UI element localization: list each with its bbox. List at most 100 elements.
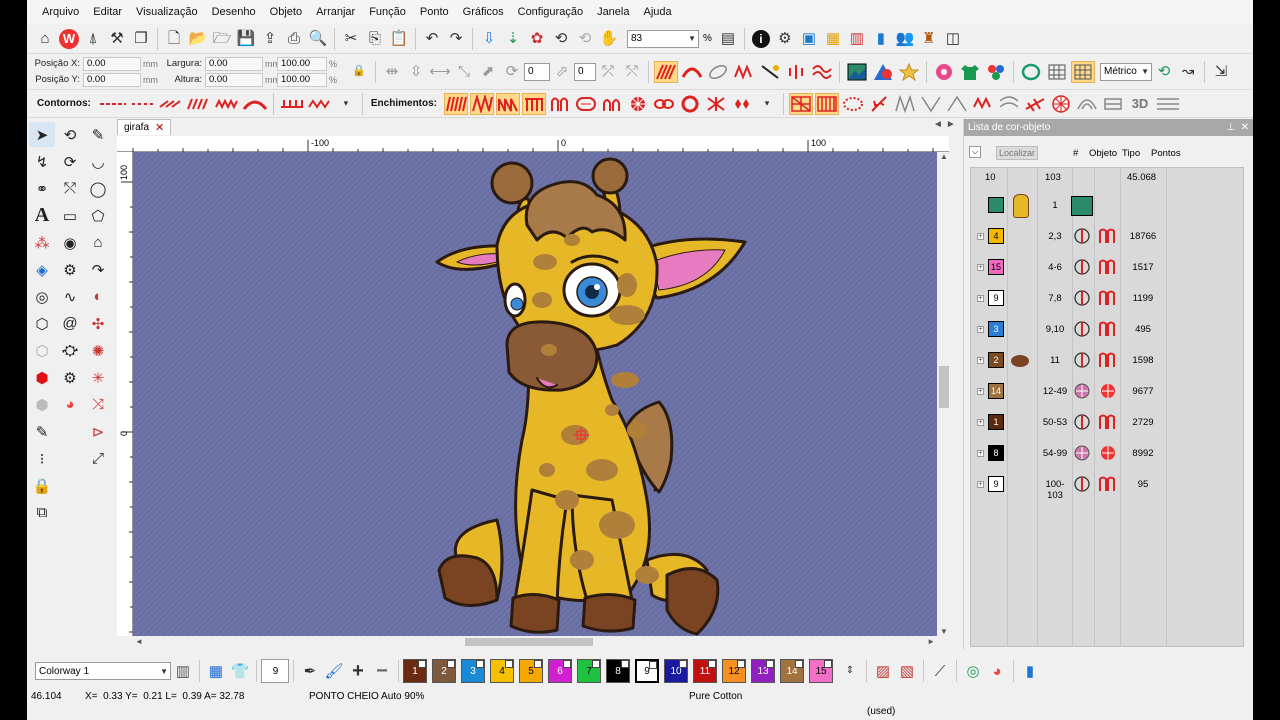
pin-icon[interactable]: ⍋ <box>82 28 104 50</box>
color-chip[interactable]: 11 <box>693 659 717 683</box>
spiral-icon[interactable]: @ <box>57 311 83 336</box>
width-field[interactable]: 0.00 <box>205 56 263 71</box>
texture-fill-icon[interactable] <box>789 92 814 115</box>
scroll-up-icon[interactable]: ▲ <box>940 152 948 161</box>
home-icon[interactable]: ⌂ <box>34 28 56 50</box>
horizontal-scroll-thumb[interactable] <box>465 638 593 646</box>
measure-icon[interactable]: ⤢ <box>85 446 111 471</box>
wilcom-logo-icon[interactable]: W <box>58 28 80 50</box>
zigzag-fill-icon[interactable] <box>732 61 756 83</box>
position-x-field[interactable]: 0.00 <box>83 56 141 71</box>
polyline-select-icon[interactable]: ↯ <box>29 149 55 174</box>
copy-icon[interactable]: ⎘ <box>364 28 386 50</box>
cross-fill-icon[interactable] <box>704 93 728 115</box>
pin-panel-icon[interactable]: ⊥ <box>1226 122 1235 133</box>
scroll-fill-icon[interactable] <box>1023 93 1047 115</box>
sphere-colors-icon[interactable]: ◕ <box>986 660 1008 682</box>
tools-icon[interactable]: ⚒ <box>106 28 128 50</box>
text-tool-icon[interactable]: A <box>29 203 55 228</box>
motif-fill-1-icon[interactable] <box>893 93 917 115</box>
wave-fill-1-icon[interactable] <box>548 93 572 115</box>
satin-fill-icon[interactable] <box>654 60 678 83</box>
zigzag-outline-icon[interactable] <box>307 93 333 115</box>
arch-fill-icon[interactable] <box>600 93 624 115</box>
curve-tool-icon[interactable]: ↷ <box>85 257 111 282</box>
menu-7[interactable]: Ponto <box>413 6 456 18</box>
rectangle-tool-icon[interactable]: ▭ <box>57 203 83 228</box>
pointer-settings-icon[interactable]: ⇲ <box>1210 61 1232 83</box>
color-chip[interactable]: 13 <box>751 659 775 683</box>
stipple-fill-icon[interactable] <box>841 93 865 115</box>
object-row[interactable]: 1 <box>971 190 1245 221</box>
shape-tool-icon[interactable]: ⌂ <box>85 230 111 255</box>
ellipse-outline-icon[interactable]: ◯ <box>85 176 111 201</box>
paste-icon[interactable]: 📋 <box>388 28 410 50</box>
zigzag-path-icon[interactable]: ⤨ <box>85 392 111 417</box>
motif-fill-2-icon[interactable] <box>919 93 943 115</box>
window-icon[interactable]: ▣ <box>798 28 820 50</box>
color-tools-1-icon[interactable]: ▨ <box>872 660 894 682</box>
arc-tool-icon[interactable]: ◡ <box>85 149 111 174</box>
gray-shape-icon[interactable]: ⬢ <box>29 392 55 417</box>
color-chip[interactable]: 5 <box>519 659 543 683</box>
expand-icon[interactable]: + <box>977 419 984 426</box>
lock-proportions-icon[interactable]: 🔒 <box>348 61 370 83</box>
giraffe-design[interactable] <box>133 152 937 636</box>
reset-icon[interactable]: ⟲ <box>1153 61 1175 83</box>
satin-fill-2-icon[interactable] <box>470 92 495 115</box>
palette-bars-icon[interactable]: ▥ <box>846 28 868 50</box>
rotate-angle-field[interactable]: 0 <box>524 62 550 81</box>
hoop-view-icon[interactable] <box>1019 61 1043 83</box>
expand-icon[interactable]: + <box>977 264 984 271</box>
branch-icon[interactable] <box>784 61 808 83</box>
satin-fill-3-icon[interactable] <box>496 92 521 115</box>
picture-icon[interactable] <box>845 61 869 83</box>
wave-fill-icon[interactable] <box>810 61 834 83</box>
menu-3[interactable]: Desenho <box>205 6 263 18</box>
expand-icon[interactable]: + <box>977 233 984 240</box>
hand-icon[interactable]: ✋ <box>598 28 620 50</box>
print-preview-icon[interactable]: 🔍 <box>307 28 329 50</box>
menu-5[interactable]: Arranjar <box>309 6 362 18</box>
print-icon[interactable]: ⎙ <box>283 28 305 50</box>
hoop-icon[interactable]: ⟲ <box>550 28 572 50</box>
mirror-horizontal-icon[interactable]: ⇹ <box>381 61 403 83</box>
color-blocks-icon[interactable]: ▦ <box>205 660 227 682</box>
lock-icon[interactable]: 🔒 <box>29 473 55 498</box>
menu-11[interactable]: Ajuda <box>636 6 678 18</box>
open-folder-icon[interactable]: 📂 <box>187 28 209 50</box>
shapes-combine-icon[interactable]: ⧉ <box>29 500 55 525</box>
menu-2[interactable]: Visualização <box>129 6 205 18</box>
trim-fill-icon[interactable] <box>758 61 782 83</box>
gear-wheel-icon[interactable]: ⚙ <box>57 365 83 390</box>
color-chip[interactable]: 2 <box>432 659 456 683</box>
ripple-fill-icon[interactable] <box>997 93 1021 115</box>
object-row[interactable]: +4 2,3 18766 <box>971 221 1245 252</box>
select-arrow-icon[interactable]: ➤ <box>29 122 55 147</box>
color-chip[interactable]: 1 <box>403 659 427 683</box>
team-names-icon[interactable]: 👥 <box>894 28 916 50</box>
team-names-tool-icon[interactable]: ⁂ <box>29 230 55 255</box>
monogram-icon[interactable]: ◈ <box>29 257 55 282</box>
hoop-gray-icon[interactable]: ⟲ <box>574 28 596 50</box>
position-y-field[interactable]: 0.00 <box>83 72 141 87</box>
height-percent-field[interactable]: 100.00 <box>277 72 327 87</box>
menu-9[interactable]: Configuração <box>511 6 590 18</box>
reshape-node-icon[interactable]: ⟲ <box>57 122 83 147</box>
expand-icon[interactable]: + <box>977 295 984 302</box>
menu-4[interactable]: Objeto <box>263 6 309 18</box>
save-icon[interactable]: 💾 <box>235 28 257 50</box>
spool-icon[interactable]: ▮ <box>870 28 892 50</box>
align-icon[interactable]: ⤱ <box>597 61 619 83</box>
slant-icon[interactable]: ⬀ <box>551 61 573 83</box>
new-file-icon[interactable]: 🗋 <box>163 28 185 50</box>
textured-edge-icon[interactable] <box>815 92 840 115</box>
path-icon[interactable]: ↝ <box>1177 61 1199 83</box>
cut-icon[interactable]: ✂ <box>340 28 362 50</box>
blanket-stitch-icon[interactable] <box>279 93 305 115</box>
group-icon[interactable]: ⚭ <box>29 176 55 201</box>
satin-fill-1-icon[interactable] <box>444 92 469 115</box>
color-shirt-icon[interactable]: 👕 <box>229 660 251 682</box>
feather-icon[interactable]: ✣ <box>85 311 111 336</box>
color-chip[interactable]: 4 <box>490 659 514 683</box>
